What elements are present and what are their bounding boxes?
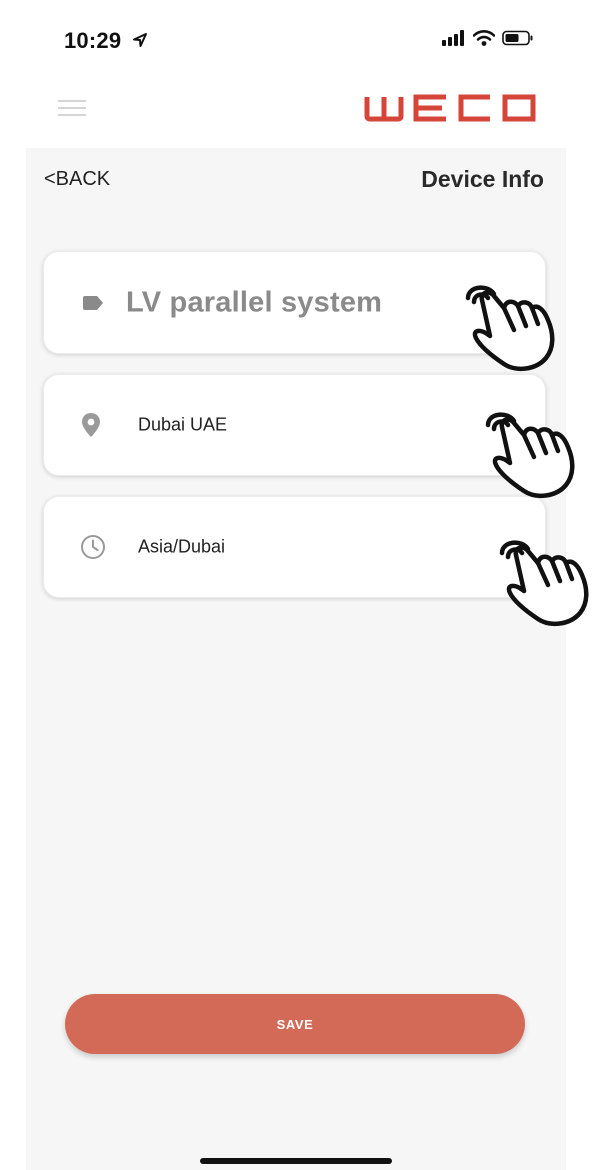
timezone-field[interactable]: Asia/Dubai bbox=[43, 496, 546, 598]
battery-icon bbox=[502, 30, 534, 51]
clock-icon bbox=[80, 534, 106, 560]
status-icons bbox=[442, 29, 534, 51]
hamburger-menu-icon[interactable] bbox=[58, 98, 86, 118]
location-arrow-icon bbox=[132, 28, 148, 54]
home-indicator bbox=[200, 1158, 392, 1164]
status-bar: 10:29 bbox=[0, 0, 592, 80]
save-button[interactable]: SAVE bbox=[65, 994, 525, 1054]
location-value: Dubai UAE bbox=[138, 414, 228, 435]
nav-bar: <BACK Device Info bbox=[26, 148, 566, 212]
weco-logo bbox=[364, 94, 536, 122]
device-name-value: LV parallel system bbox=[126, 286, 383, 318]
hand-pointer-icon bbox=[492, 533, 592, 633]
page-title: Device Info bbox=[421, 166, 544, 192]
wifi-icon bbox=[472, 29, 496, 51]
timezone-value: Asia/Dubai bbox=[138, 536, 226, 557]
location-pin-icon bbox=[80, 412, 102, 438]
status-time-text: 10:29 bbox=[64, 28, 122, 53]
hand-pointer-icon bbox=[458, 278, 558, 378]
signal-icon bbox=[442, 29, 466, 51]
hand-pointer-icon bbox=[478, 405, 578, 505]
app-header bbox=[0, 80, 592, 148]
tag-icon bbox=[82, 295, 104, 311]
device-info-screen: 10:29 <BACK Device Info LV parallel syst… bbox=[0, 0, 592, 1170]
back-button[interactable]: <BACK bbox=[44, 168, 110, 191]
location-field[interactable]: Dubai UAE bbox=[43, 374, 546, 476]
status-time: 10:29 bbox=[64, 28, 148, 54]
